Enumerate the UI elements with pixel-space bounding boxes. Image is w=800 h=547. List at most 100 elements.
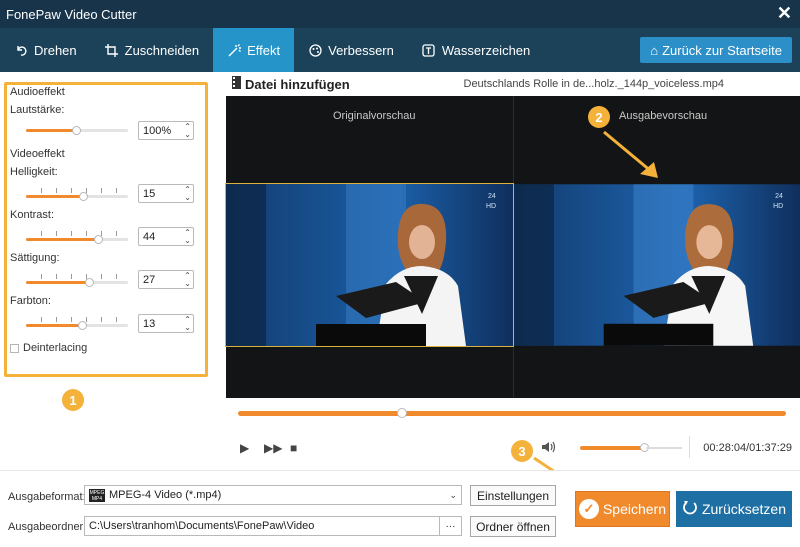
browse-folder-button[interactable]: ··· [439,517,461,535]
original-video-frame[interactable]: 24 HD [225,183,514,347]
tab-rotate[interactable]: Drehen [0,28,91,72]
file-header: Datei hinzufügen Deutschlands Rolle in d… [226,72,800,96]
tab-effect[interactable]: Effekt [213,28,295,72]
brightness-slider-fill [26,195,85,198]
hue-slider[interactable] [26,317,128,330]
volume-bar-track [646,447,682,449]
output-folder-field[interactable]: C:\Users\tranhom\Documents\FonePaw\Video… [84,516,462,536]
open-folder-button[interactable]: Ordner öffnen [470,516,556,537]
brightness-spinbox[interactable]: 15 ⌃ ⌄ [138,184,194,203]
svg-text:HD: HD [773,203,783,210]
spin-arrows-icon[interactable]: ⌃ ⌄ [184,228,191,245]
contrast-spinbox[interactable]: 44 ⌃ ⌄ [138,227,194,246]
palette-icon [308,43,322,57]
hue-label: Farbton: [10,295,51,307]
audio-section-title: Audioeffekt [10,86,65,98]
settings-button[interactable]: Einstellungen [470,485,556,506]
volume-label: Lautstärke: [10,104,65,116]
back-to-home-button[interactable]: ⌂ Zurück zur Startseite [640,37,792,63]
output-format-value: MPEG-4 Video (*.mp4) [109,489,222,501]
rotate-icon [14,43,28,57]
volume-slider-fill [26,129,77,132]
svg-text:24: 24 [488,193,496,200]
output-format-select[interactable]: MPEG MP4 MPEG-4 Video (*.mp4) ⌄ [84,485,462,505]
mp4-icon: MPEG MP4 [89,488,105,502]
file-name: Deutschlands Rolle in de...holz._144p_vo… [463,78,725,90]
volume-bar[interactable] [580,443,649,452]
hue-slider-fill [26,324,84,327]
film-icon [232,76,241,92]
effect-panel: Audioeffekt Lautstärke: 100% ⌃ ⌄ Videoeff… [0,72,226,462]
tab-rotate-label: Drehen [34,42,77,58]
player-controls: ▶ ▶▶ ■ 00:28:04/01:37:29 3 [226,398,800,488]
app-title: FonePaw Video Cutter [6,6,137,22]
hue-spinbox[interactable]: 13 ⌃ ⌄ [138,314,194,333]
stop-icon[interactable]: ■ [290,441,297,455]
add-file-button[interactable]: Datei hinzufügen [232,76,350,92]
contrast-slider-fill [26,238,100,241]
tab-enhance[interactable]: Verbessern [294,28,408,72]
saturation-slider-fill [26,281,91,284]
tab-crop[interactable]: Zuschneiden [91,28,213,72]
slider-ticks [26,274,128,279]
output-video-frame[interactable]: 24 HD [514,184,800,346]
saturation-value: 27 [143,273,156,286]
fast-forward-icon[interactable]: ▶▶ [264,441,282,455]
reset-icon [682,500,698,519]
svg-text:24: 24 [775,193,783,200]
saturation-slider[interactable] [26,274,128,287]
output-format-label: Ausgabeformat: [8,491,86,503]
contrast-label: Kontrast: [10,209,55,221]
spin-arrows-icon[interactable]: ⌃ ⌄ [184,315,191,332]
brightness-value: 15 [143,187,156,200]
step-badge-1: 1 [62,389,84,411]
contrast-value: 44 [143,230,156,243]
video-section-title: Videoeffekt [10,148,65,160]
close-icon[interactable]: ✕ [777,4,792,22]
chevron-down-icon[interactable]: ⌄ [449,490,457,501]
output-settings: Ausgabeformat: MPEG MP4 MPEG-4 Video (*.m… [0,470,800,547]
home-icon: ⌂ [650,42,659,58]
preview-area: Originalvorschau Ausgabevorschau 24 HD 2… [225,96,800,398]
original-preview-label: Originalvorschau [333,110,416,122]
add-file-label: Datei hinzufügen [245,76,350,92]
volume-slider-knob[interactable] [72,126,81,135]
save-button[interactable]: ✓ Speichern [575,491,670,527]
volume-spinbox[interactable]: 100% ⌃ ⌄ [138,121,194,140]
spin-arrows-icon[interactable]: ⌃ ⌄ [184,122,191,139]
output-folder-value: C:\Users\tranhom\Documents\FonePaw\Video [89,520,315,532]
step-badge-3: 3 [511,440,533,462]
back-to-home-label: Zurück zur Startseite [662,42,782,58]
deinterlacing-checkbox[interactable]: Deinterlacing [10,342,87,354]
saturation-spinbox[interactable]: 27 ⌃ ⌄ [138,270,194,289]
contrast-slider[interactable] [26,231,128,244]
reset-button[interactable]: Zurücksetzen [676,491,792,527]
hue-value: 13 [143,317,156,330]
timeline-knob[interactable] [397,408,408,418]
watermark-icon [422,43,436,57]
timeline-slider[interactable] [238,408,786,418]
arrow-icon [603,130,658,178]
tab-watermark[interactable]: Wasserzeichen [408,28,544,72]
svg-text:HD: HD [486,203,496,210]
slider-ticks [26,317,128,322]
toolbar: Drehen Zuschneiden Effekt Verbessern Was… [0,28,800,72]
tab-watermark-label: Wasserzeichen [441,42,531,58]
reset-button-label: Zurücksetzen [701,501,787,517]
spin-arrows-icon[interactable]: ⌃ ⌄ [184,271,191,288]
spin-arrows-icon[interactable]: ⌃ ⌄ [184,185,191,202]
slider-ticks [26,188,128,193]
brightness-slider[interactable] [26,188,128,201]
step-badge-2: 2 [588,106,610,128]
volume-icon[interactable] [542,441,556,456]
effect-icon [227,43,241,57]
save-button-label: Speichern [602,501,667,517]
tab-effect-label: Effekt [247,42,281,58]
divider [689,436,690,458]
deinterlacing-label: Deinterlacing [23,342,88,354]
volume-value: 100% [143,124,172,137]
volume-slider[interactable] [26,126,128,135]
play-icon[interactable]: ▶ [240,441,249,455]
checkbox-box[interactable] [10,343,19,353]
output-preview-label: Ausgabevorschau [619,110,708,122]
